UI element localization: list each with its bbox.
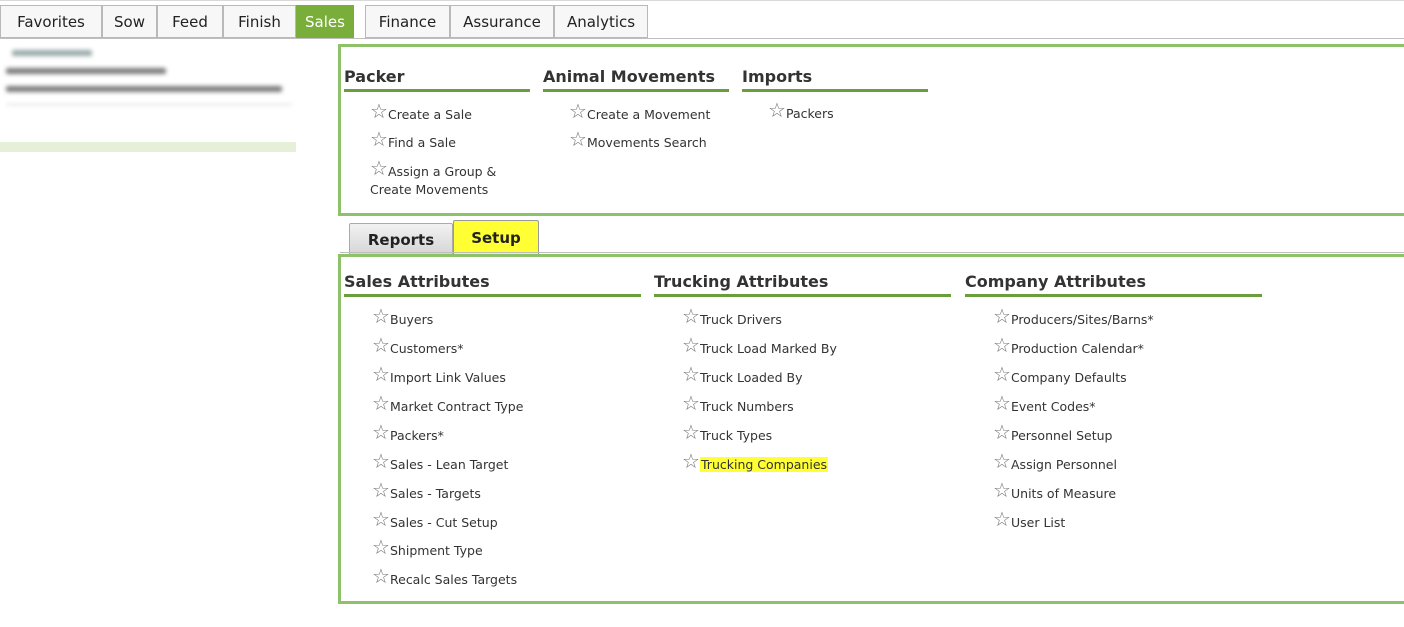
movements-search-link[interactable]: ☆ Movements Search [569,129,707,150]
setup-panel: Sales Attributes ☆ Buyers ☆ Customers* ☆ Im… [338,254,1404,604]
tab-analytics[interactable]: Analytics [554,5,648,38]
sales-attributes-heading: Sales Attributes [344,272,490,291]
find-a-sale-link[interactable]: ☆ Find a Sale [370,129,456,150]
sales-lean-target-link[interactable]: ☆ Sales - Lean Target [372,451,508,472]
trucking-attributes-heading: Trucking Attributes [654,272,829,291]
sales-targets-link[interactable]: ☆ Sales - Targets [372,480,481,501]
create-movements-link[interactable]: Create Movements [370,182,488,197]
market-contract-type-link[interactable]: ☆ Market Contract Type [372,393,523,414]
imports-packers-link[interactable]: ☆ Packers [768,100,834,121]
star-outline-icon[interactable]: ☆ [372,393,390,413]
star-outline-icon[interactable]: ☆ [993,335,1011,355]
truck-load-marked-by-link[interactable]: ☆ Truck Load Marked By [682,335,837,356]
company-attributes-rule [965,294,1262,297]
truck-loaded-by-link[interactable]: ☆ Truck Loaded By [682,364,803,385]
units-of-measure-link[interactable]: ☆ Units of Measure [993,480,1116,501]
packers-link[interactable]: ☆ Packers* [372,422,444,443]
create-a-movement-link[interactable]: ☆ Create a Movement [569,101,710,122]
star-outline-icon[interactable]: ☆ [372,335,390,355]
tab-reports[interactable]: Reports [349,223,453,255]
star-outline-icon[interactable]: ☆ [372,451,390,471]
star-outline-icon[interactable]: ☆ [370,158,388,178]
star-outline-icon[interactable]: ☆ [569,129,587,149]
top-tab-bar: Favorites Sow Feed Finish Sales Finance … [0,0,1404,39]
truck-drivers-link[interactable]: ☆ Truck Drivers [682,306,782,327]
production-calendar-link[interactable]: ☆ Production Calendar* [993,335,1144,356]
shipment-type-link[interactable]: ☆ Shipment Type [372,537,483,558]
star-outline-icon[interactable]: ☆ [372,509,390,529]
star-outline-icon[interactable]: ☆ [768,100,786,120]
packer-heading: Packer [344,67,405,86]
star-outline-icon[interactable]: ☆ [370,129,388,149]
company-attributes-heading: Company Attributes [965,272,1146,291]
tab-sow[interactable]: Sow [102,5,157,38]
import-link-values-link[interactable]: ☆ Import Link Values [372,364,506,385]
tab-sales[interactable]: Sales [296,5,354,38]
tab-setup[interactable]: Setup [453,220,539,255]
animal-movements-heading: Animal Movements [543,67,716,86]
truck-numbers-link[interactable]: ☆ Truck Numbers [682,393,794,414]
star-outline-icon[interactable]: ☆ [372,422,390,442]
assign-group-link[interactable]: ☆ Assign a Group & [370,158,496,179]
star-outline-icon[interactable]: ☆ [993,422,1011,442]
star-outline-icon[interactable]: ☆ [682,335,700,355]
tab-finance[interactable]: Finance [365,5,450,38]
trucking-attributes-rule [654,294,951,297]
star-outline-icon[interactable]: ☆ [993,480,1011,500]
recalc-sales-targets-link[interactable]: ☆ Recalc Sales Targets [372,566,517,587]
star-outline-icon[interactable]: ☆ [372,566,390,586]
animal-movements-rule [543,89,729,92]
buyers-link[interactable]: ☆ Buyers [372,306,433,327]
imports-rule [742,89,928,92]
star-outline-icon[interactable]: ☆ [372,480,390,500]
star-outline-icon[interactable]: ☆ [682,364,700,384]
company-info-blurred [6,46,292,148]
star-outline-icon[interactable]: ☆ [993,451,1011,471]
star-outline-icon[interactable]: ☆ [682,306,700,326]
sales-menu-panel: Packer ☆ Create a Sale ☆ Find a Sale ☆ A… [338,44,1404,216]
producers-sites-barns-link[interactable]: ☆ Producers/Sites/Barns* [993,306,1154,327]
star-outline-icon[interactable]: ☆ [682,393,700,413]
highlighted-label[interactable]: Trucking Companies [700,457,829,472]
truck-types-link[interactable]: ☆ Truck Types [682,422,772,443]
star-outline-icon[interactable]: ☆ [993,393,1011,413]
star-outline-icon[interactable]: ☆ [370,101,388,121]
star-outline-icon[interactable]: ☆ [682,451,700,471]
personnel-setup-link[interactable]: ☆ Personnel Setup [993,422,1112,443]
star-outline-icon[interactable]: ☆ [569,101,587,121]
tab-finish[interactable]: Finish [223,5,296,38]
subtab-divider [340,252,1404,253]
create-a-sale-link[interactable]: ☆ Create a Sale [370,101,472,122]
tab-favorites[interactable]: Favorites [0,5,102,38]
company-info-panel [0,38,300,158]
star-outline-icon[interactable]: ☆ [372,364,390,384]
star-outline-icon[interactable]: ☆ [372,537,390,557]
sales-attributes-rule [344,294,641,297]
packer-rule [344,89,530,92]
star-outline-icon[interactable]: ☆ [993,509,1011,529]
assign-personnel-link[interactable]: ☆ Assign Personnel [993,451,1117,472]
user-list-link[interactable]: ☆ User List [993,509,1065,530]
imports-heading: Imports [742,67,813,86]
company-panel-footer [0,142,296,152]
trucking-companies-link[interactable]: ☆ Trucking Companies [682,451,829,472]
tab-assurance[interactable]: Assurance [450,5,554,38]
star-outline-icon[interactable]: ☆ [993,306,1011,326]
sales-cut-setup-link[interactable]: ☆ Sales - Cut Setup [372,509,498,530]
event-codes-link[interactable]: ☆ Event Codes* [993,393,1096,414]
tab-feed[interactable]: Feed [157,5,223,38]
company-defaults-link[interactable]: ☆ Company Defaults [993,364,1127,385]
star-outline-icon[interactable]: ☆ [993,364,1011,384]
customers-link[interactable]: ☆ Customers* [372,335,463,356]
star-outline-icon[interactable]: ☆ [682,422,700,442]
star-outline-icon[interactable]: ☆ [372,306,390,326]
